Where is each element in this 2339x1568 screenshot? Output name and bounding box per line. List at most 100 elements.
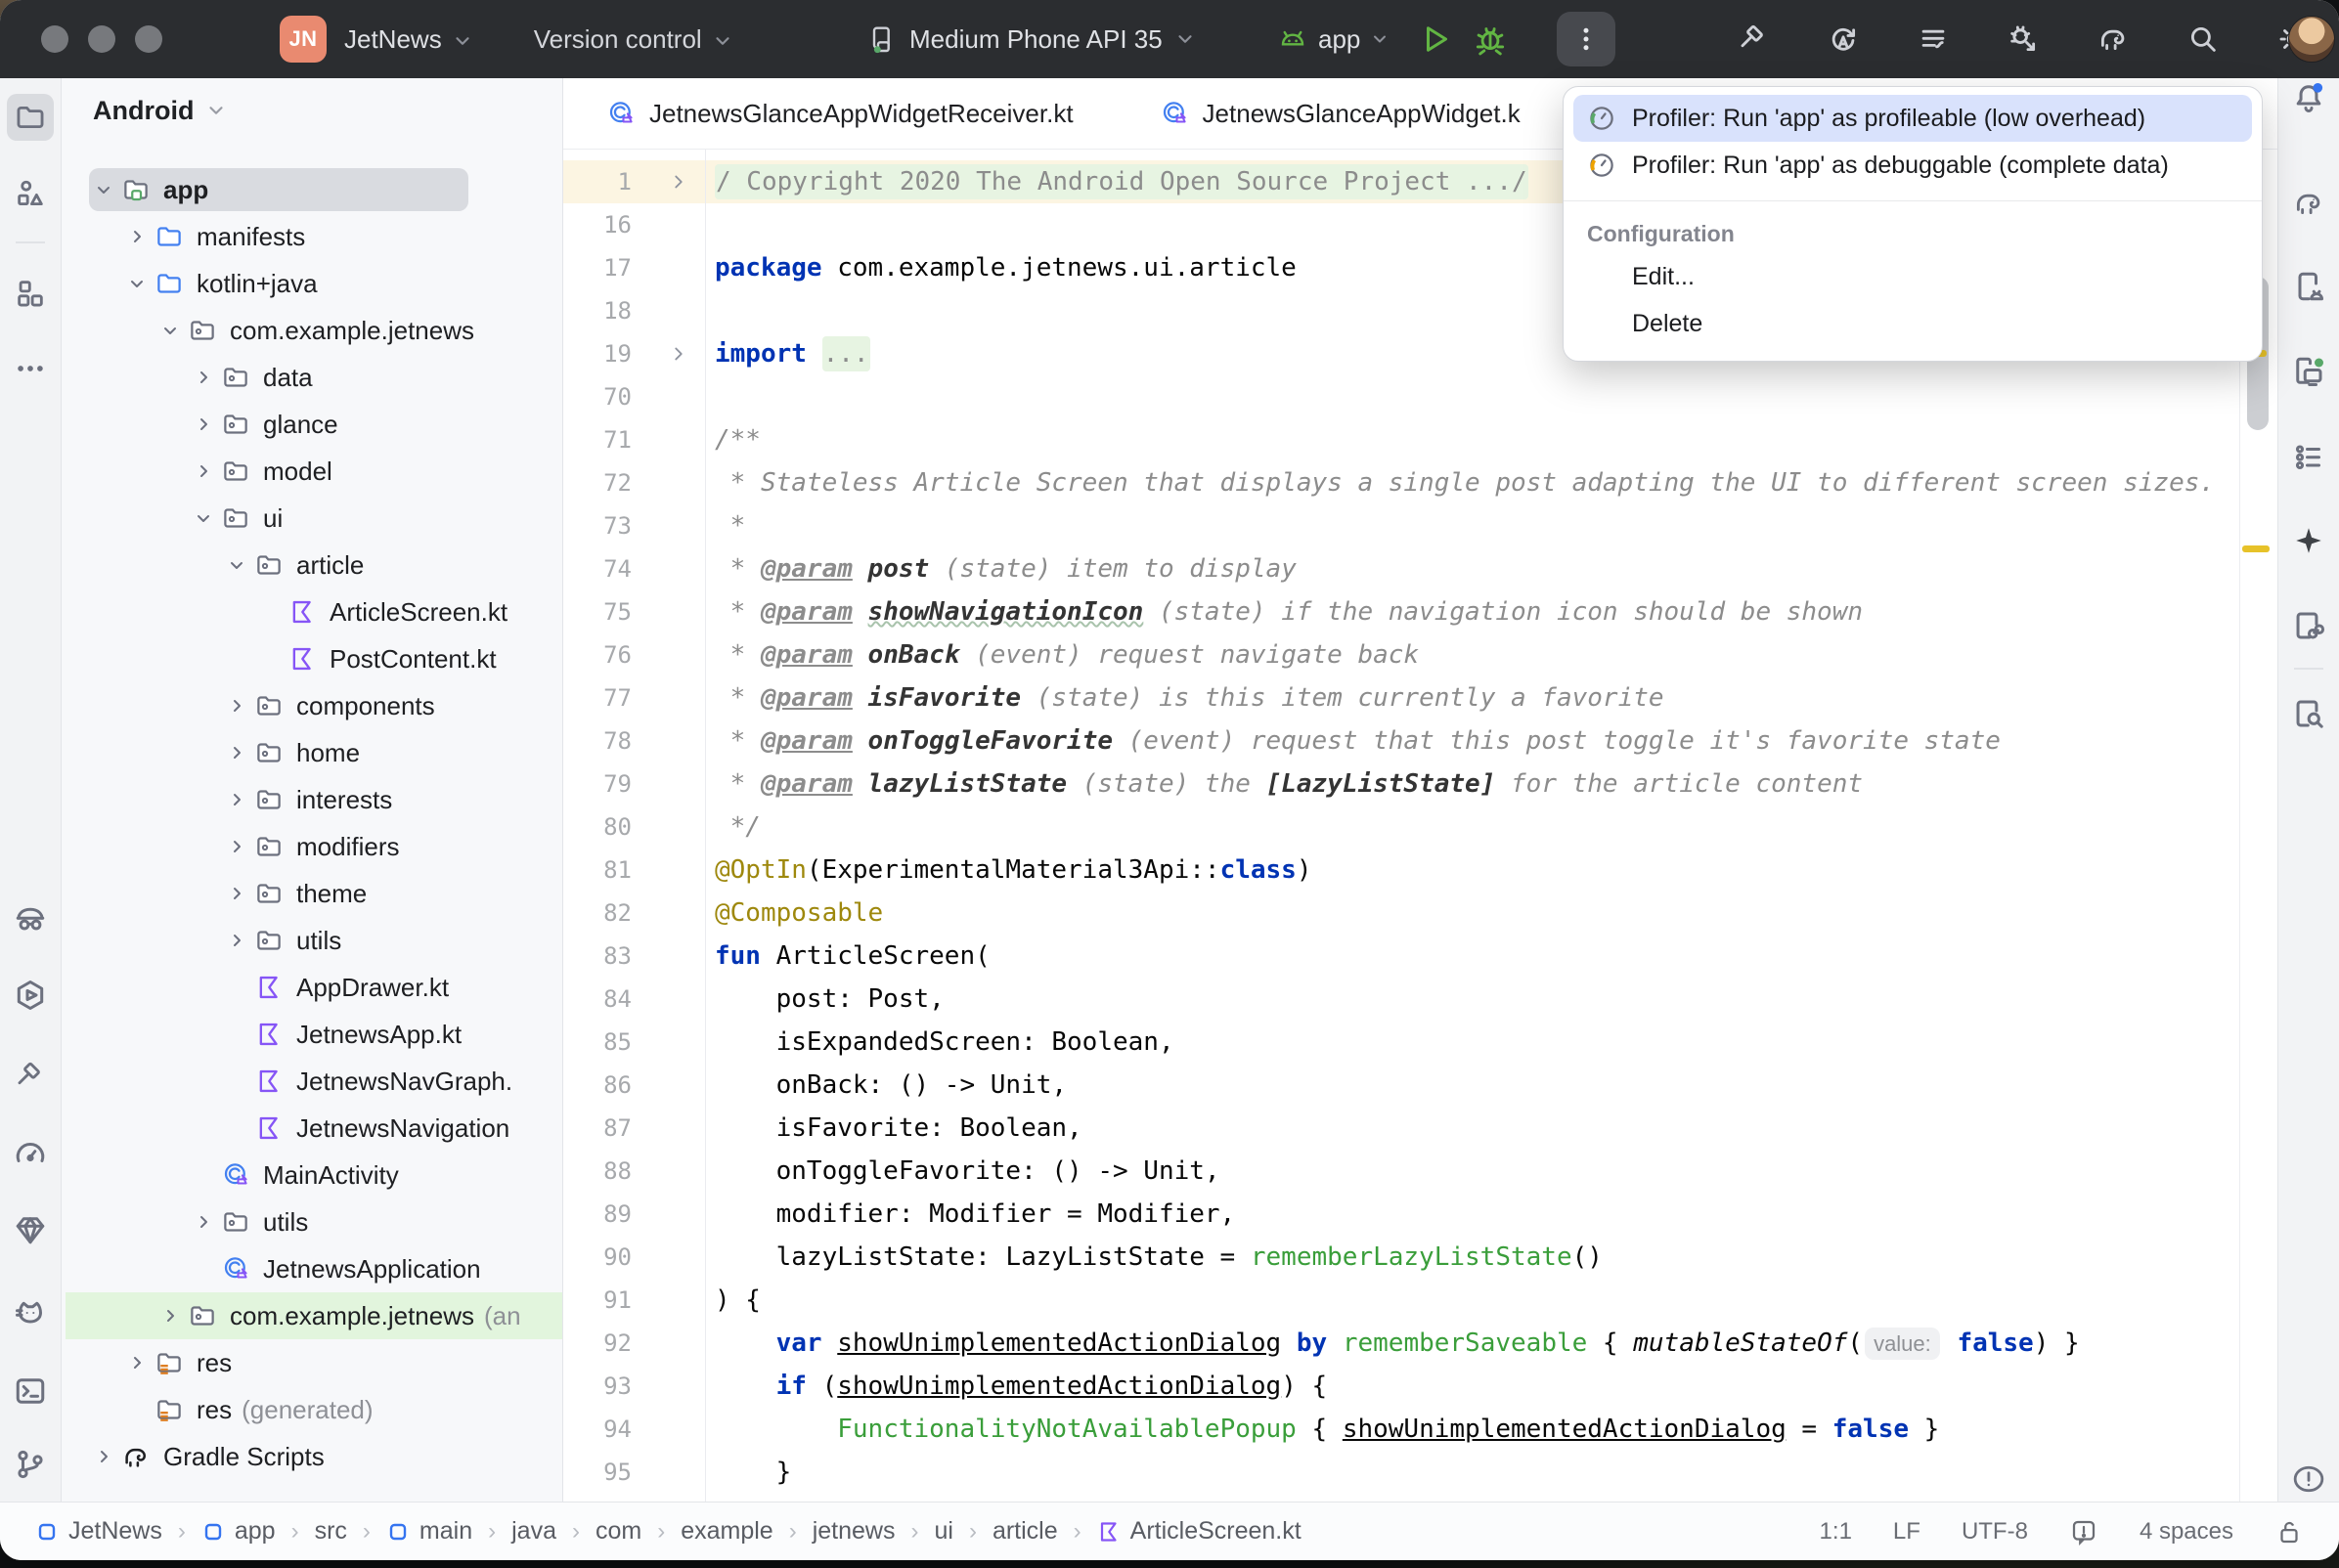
chevron-down-icon[interactable] [87, 173, 120, 206]
tree-row-ui[interactable]: ui [62, 495, 562, 542]
chevron-right-icon[interactable] [220, 830, 253, 863]
chevron-right-icon[interactable] [220, 877, 253, 910]
chevron-right-icon[interactable] [220, 783, 253, 816]
breadcrumb-article[interactable]: article [993, 1517, 1058, 1546]
tree-row-components[interactable]: components [62, 682, 562, 729]
more-run-options-button[interactable] [1557, 12, 1615, 66]
sync-a-icon[interactable] [1821, 17, 1866, 62]
breadcrumb-app[interactable]: app [201, 1517, 276, 1546]
chevron-right-icon[interactable] [187, 455, 220, 488]
tree-row-postcontent-kt[interactable]: PostContent.kt [62, 635, 562, 682]
chevron-down-icon[interactable] [220, 548, 253, 582]
tree-row-home[interactable]: home [62, 729, 562, 776]
file-link-icon[interactable] [2291, 608, 2326, 643]
breadcrumb-com[interactable]: com [596, 1517, 641, 1546]
tree-row-app[interactable]: app [62, 166, 562, 213]
breadcrumb-main[interactable]: main [386, 1517, 472, 1546]
chevron-right-icon[interactable] [187, 408, 220, 441]
running-devices-icon[interactable] [2291, 354, 2326, 389]
tree-row-kotlin-java[interactable]: kotlin+java [62, 260, 562, 307]
bullet-list-icon[interactable] [2291, 439, 2326, 474]
chevron-down-icon[interactable] [154, 314, 187, 347]
inspections-widget-icon[interactable] [2069, 1517, 2098, 1546]
tree-row-gradle-scripts[interactable]: Gradle Scripts [62, 1433, 562, 1480]
squares-icon[interactable] [13, 276, 48, 311]
tree-row-glance[interactable]: glance [62, 401, 562, 448]
tree-row-interests[interactable]: interests [62, 776, 562, 823]
shapes-icon[interactable] [13, 176, 48, 211]
device-selector[interactable]: Medium Phone API 35 [866, 23, 1196, 55]
bell-icon[interactable] [2291, 80, 2326, 115]
tree-row-appdrawer-kt[interactable]: AppDrawer.kt [62, 964, 562, 1011]
tree-row-theme[interactable]: theme [62, 870, 562, 917]
chevron-down-icon[interactable] [120, 267, 154, 300]
chevron-right-icon[interactable] [154, 1299, 187, 1332]
avatar[interactable] [2288, 16, 2335, 63]
problem-oval-icon[interactable] [2291, 1461, 2326, 1497]
minimize-window-button[interactable] [88, 25, 115, 53]
tree-row-utils[interactable]: utils [62, 917, 562, 964]
tree-row-jetnewsapplication[interactable]: JetnewsApplication [62, 1245, 562, 1292]
chevron-right-icon[interactable] [120, 1346, 154, 1379]
breadcrumb-example[interactable]: example [681, 1517, 773, 1546]
tree-row-articlescreen-kt[interactable]: ArticleScreen.kt [62, 588, 562, 635]
breadcrumb-jetnews[interactable]: jetnews [813, 1517, 896, 1546]
chevron-right-icon[interactable] [220, 736, 253, 769]
menu-item-edit[interactable]: Edit... [1564, 253, 2262, 300]
debug-button[interactable] [1468, 17, 1513, 62]
elephant-icon[interactable] [2291, 186, 2326, 221]
breadcrumb-java[interactable]: java [511, 1517, 556, 1546]
bug-arrow-icon[interactable] [2001, 17, 2046, 62]
sparkle-icon[interactable] [2291, 523, 2326, 558]
list-lines-icon[interactable] [1911, 17, 1956, 62]
diamond-icon[interactable] [13, 1212, 48, 1247]
tree-row-modifiers[interactable]: modifiers [62, 823, 562, 870]
gauge-icon[interactable] [13, 1136, 48, 1171]
unlock-icon[interactable] [2274, 1517, 2304, 1546]
project-view-selector[interactable]: Android [62, 78, 562, 143]
project-selector[interactable]: JetNews [344, 24, 473, 55]
hexagon-play-icon[interactable] [13, 978, 48, 1013]
caret-position-widget[interactable]: 1:1 [1820, 1518, 1852, 1546]
tree-row-jetnewsnavigation[interactable]: JetnewsNavigation [62, 1105, 562, 1152]
tree-row-article[interactable]: article [62, 542, 562, 588]
tree-row-mainactivity[interactable]: MainActivity [62, 1152, 562, 1198]
chevron-right-icon[interactable] [220, 924, 253, 957]
chevron-right-icon[interactable] [187, 1205, 220, 1239]
chevron-right-icon[interactable] [187, 361, 220, 394]
line-separator-widget[interactable]: LF [1893, 1518, 1920, 1546]
tree-row-data[interactable]: data [62, 354, 562, 401]
tree-row-jetnewsapp-kt[interactable]: JetnewsApp.kt [62, 1011, 562, 1058]
search-icon[interactable] [2181, 17, 2226, 62]
more-dots-icon[interactable] [13, 351, 48, 386]
tree-row-res[interactable]: res(generated) [62, 1386, 562, 1433]
hammer-icon[interactable] [1731, 17, 1776, 62]
elephant-icon[interactable] [2091, 17, 2136, 62]
hat-glasses-icon[interactable] [13, 901, 48, 936]
phone-droid-icon[interactable] [2291, 269, 2326, 304]
breadcrumb-ui[interactable]: ui [934, 1517, 952, 1546]
run-button[interactable] [1413, 17, 1458, 62]
vcs-menu[interactable]: Version control [534, 24, 733, 55]
hammer-icon[interactable] [13, 1059, 48, 1094]
warning-stripe-mark[interactable] [2242, 545, 2270, 552]
file-search-icon[interactable] [2291, 696, 2326, 731]
editor-tab-1[interactable]: JetnewsGlanceAppWidget.k [1117, 78, 1564, 149]
git-branch-icon[interactable] [13, 1447, 48, 1482]
encoding-widget[interactable]: UTF-8 [1962, 1518, 2028, 1546]
editor-tab-0[interactable]: JetnewsGlanceAppWidgetReceiver.kt [563, 78, 1117, 149]
tree-row-com-example-jetnews[interactable]: com.example.jetnews(an [62, 1292, 562, 1339]
breadcrumb-jetnews[interactable]: JetNews [35, 1517, 162, 1546]
fold-toggle-icon[interactable] [632, 171, 705, 193]
tree-row-com-example-jetnews[interactable]: com.example.jetnews [62, 307, 562, 354]
tree-row-jetnewsnavgraph-[interactable]: JetnewsNavGraph. [62, 1058, 562, 1105]
chevron-right-icon[interactable] [120, 220, 154, 253]
tree-row-manifests[interactable]: manifests [62, 213, 562, 260]
tree-row-model[interactable]: model [62, 448, 562, 495]
fold-toggle-icon[interactable] [632, 343, 705, 365]
menu-item-profiler-profileable[interactable]: Profiler: Run 'app' as profileable (low … [1573, 95, 2252, 142]
breadcrumb-articlescreen-kt[interactable]: ArticleScreen.kt [1097, 1517, 1302, 1546]
zoom-window-button[interactable] [135, 25, 162, 53]
close-window-button[interactable] [41, 25, 68, 53]
cat-icon[interactable] [13, 1295, 48, 1330]
